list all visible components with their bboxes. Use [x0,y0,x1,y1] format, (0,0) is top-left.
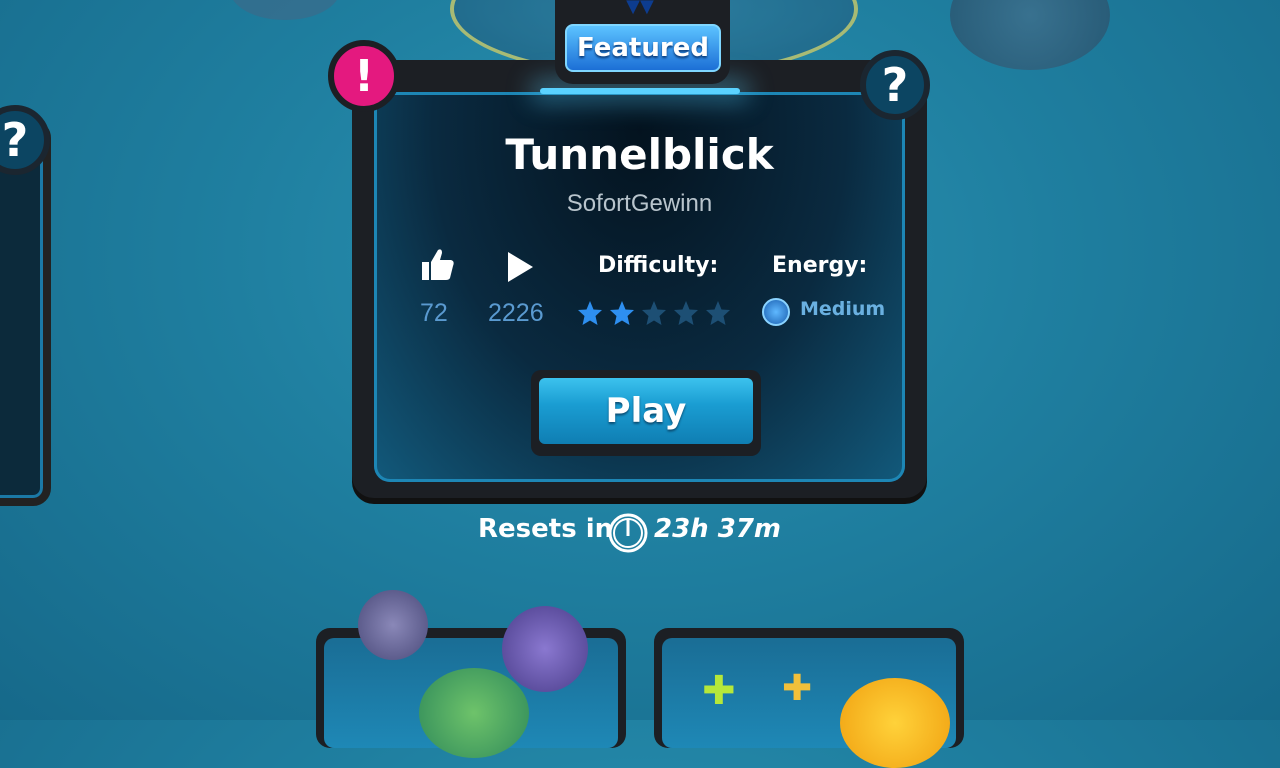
difficulty-rating [577,300,731,326]
energy-icon [762,298,790,326]
level-card-preview: ✚ ✚ [662,638,956,768]
energy-value: Medium [800,298,886,320]
play-button[interactable]: Play [531,370,761,456]
play-icon [508,252,533,282]
planet-image [358,590,428,660]
star-filled-icon [578,301,602,325]
level-author: SofortGewinn [566,190,713,217]
likes-count: 72 [420,299,448,327]
plus-icon: ✚ [702,668,736,714]
thumbs-up-icon [422,249,454,280]
background-planet [950,0,1110,70]
star-filled-icon [610,301,634,325]
reset-countdown: 23h 37m [654,514,782,544]
level-title: Tunnelblick [505,130,774,179]
energy-label: Energy: [772,253,868,278]
ball-icon [840,678,950,768]
planet-image [502,606,588,692]
resets-label: Resets in [478,514,614,544]
plays-count: 2226 [488,299,544,327]
plus-icon: ✚ [782,668,813,709]
star-empty-icon [642,301,666,325]
chevron-decoration-icon: ▼▼ [626,0,654,17]
play-button-label: Play [539,378,753,444]
background-planet [230,0,340,20]
card-glow [539,88,740,94]
star-empty-icon [706,301,730,325]
level-card[interactable]: ✚ ✚ [654,628,964,768]
difficulty-label: Difficulty: [598,253,719,278]
star-empty-icon [674,301,698,325]
planet-image [419,668,529,758]
previous-level-card[interactable] [0,120,51,506]
help-icon[interactable]: ? [860,50,930,120]
featured-label: Featured [565,24,721,72]
timer-icon [608,513,648,553]
alert-icon[interactable]: ! [328,40,400,112]
